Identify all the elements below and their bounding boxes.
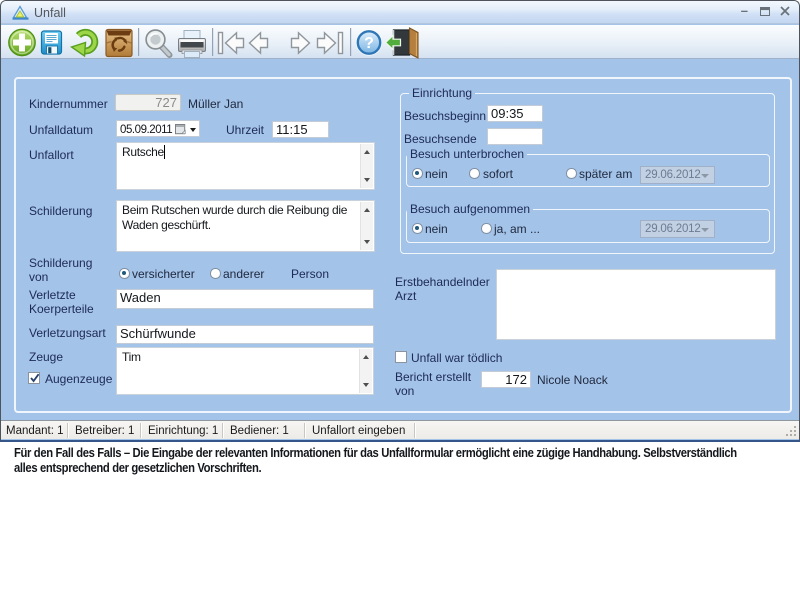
svg-text:?: ? — [364, 35, 374, 52]
